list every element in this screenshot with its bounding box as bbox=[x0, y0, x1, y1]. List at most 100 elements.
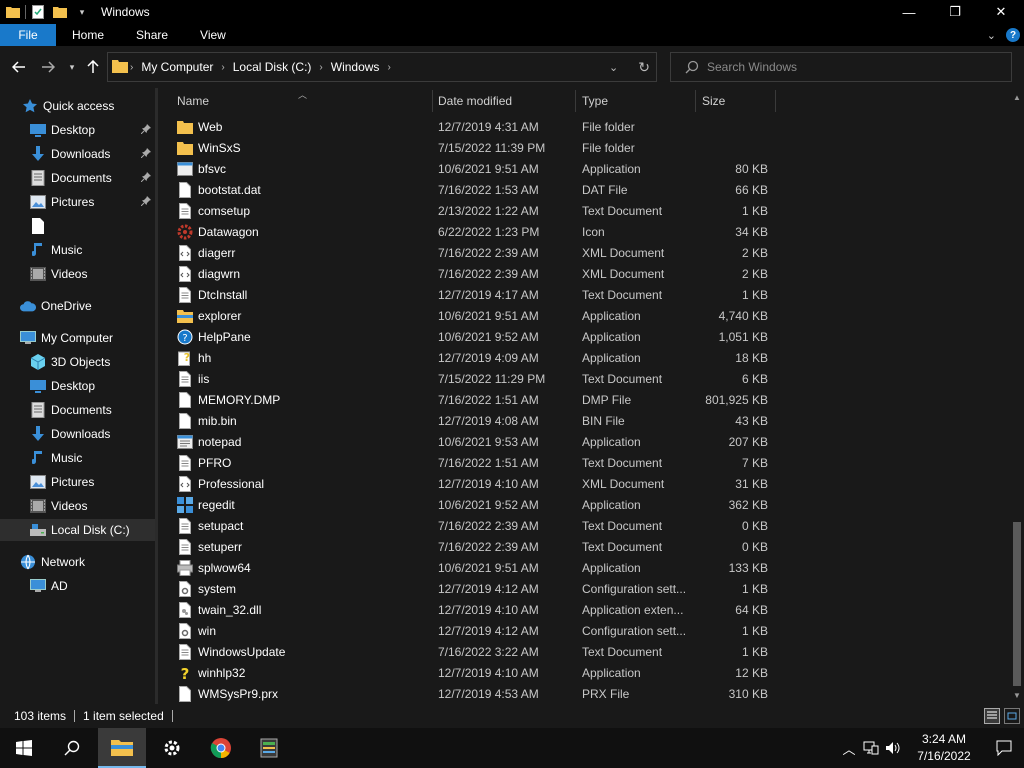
nav-blank-item[interactable] bbox=[0, 215, 155, 237]
nav-downloads-pinned[interactable]: Downloads bbox=[0, 143, 155, 165]
column-header-name[interactable]: Name bbox=[177, 88, 432, 114]
file-name-cell[interactable]: diagerr bbox=[177, 242, 427, 263]
pin-icon[interactable] bbox=[140, 171, 151, 185]
file-name-cell[interactable]: ? winhlp32 bbox=[177, 662, 427, 683]
close-button[interactable]: ✕ bbox=[978, 0, 1024, 24]
scrollbar-thumb[interactable] bbox=[1013, 522, 1021, 686]
file-row[interactable]: regedit 10/6/2021 9:52 AM Application 362 K… bbox=[158, 494, 1010, 515]
recent-locations-button[interactable]: ▾ bbox=[61, 56, 83, 78]
file-row[interactable]: Datawagon 6/22/2022 1:23 PM Icon 34 KB bbox=[158, 221, 1010, 242]
nav-desktop-pinned[interactable]: Desktop bbox=[0, 119, 155, 141]
file-row[interactable]: splwow64 10/6/2021 9:51 AM Application 133 … bbox=[158, 557, 1010, 578]
chevron-up-icon[interactable]: ︿ bbox=[838, 728, 860, 768]
file-name-cell[interactable]: PFRO bbox=[177, 452, 427, 473]
network-icon[interactable] bbox=[860, 728, 882, 768]
file-name-cell[interactable]: bootstat.dat bbox=[177, 179, 427, 200]
file-name-cell[interactable]: explorer bbox=[177, 305, 427, 326]
column-header-date[interactable]: Date modified bbox=[438, 88, 575, 114]
chevron-down-icon[interactable]: ▾ bbox=[75, 5, 89, 19]
file-row[interactable]: bfsvc 10/6/2021 9:51 AM Application 80 KB bbox=[158, 158, 1010, 179]
details-view-icon[interactable] bbox=[984, 708, 1000, 724]
refresh-icon[interactable]: ↻ bbox=[638, 59, 650, 76]
file-name-cell[interactable]: diagwrn bbox=[177, 263, 427, 284]
file-name-cell[interactable]: win bbox=[177, 620, 427, 641]
maximize-button[interactable]: ❐ bbox=[932, 0, 978, 24]
file-name-cell[interactable]: Professional bbox=[177, 473, 427, 494]
start-button[interactable] bbox=[0, 728, 48, 768]
file-name-cell[interactable]: iis bbox=[177, 368, 427, 389]
file-row[interactable]: MEMORY.DMP 7/16/2022 1:51 AM DMP File 801,9… bbox=[158, 389, 1010, 410]
file-name-cell[interactable]: mib.bin bbox=[177, 410, 427, 431]
large-icons-view-icon[interactable] bbox=[1004, 708, 1020, 724]
file-row[interactable]: Web 12/7/2019 4:31 AM File folder bbox=[158, 116, 1010, 137]
properties-icon[interactable] bbox=[31, 5, 45, 19]
chevron-right-icon[interactable]: › bbox=[219, 62, 226, 73]
nav-pictures[interactable]: Pictures bbox=[0, 471, 155, 493]
nav-documents[interactable]: Documents bbox=[0, 399, 155, 421]
forward-button[interactable] bbox=[37, 56, 59, 78]
file-row[interactable]: setuperr 7/16/2022 2:39 AM Text Document 0 … bbox=[158, 536, 1010, 557]
tab-view[interactable]: View bbox=[184, 24, 242, 46]
taskbar-search-button[interactable] bbox=[48, 728, 96, 768]
file-name-cell[interactable]: regedit bbox=[177, 494, 427, 515]
search-box[interactable] bbox=[670, 52, 1012, 82]
taskbar-settings[interactable] bbox=[148, 728, 196, 768]
file-row[interactable]: bootstat.dat 7/16/2022 1:53 AM DAT File 66 … bbox=[158, 179, 1010, 200]
nav-local-disk[interactable]: Local Disk (C:) bbox=[0, 519, 155, 541]
nav-downloads[interactable]: Downloads bbox=[0, 423, 155, 445]
taskbar-file-explorer[interactable] bbox=[98, 728, 146, 768]
file-name-cell[interactable]: ? hh bbox=[177, 347, 427, 368]
file-row[interactable]: PFRO 7/16/2022 1:51 AM Text Document 7 KB bbox=[158, 452, 1010, 473]
scroll-up-arrow-icon[interactable]: ▲ bbox=[1010, 90, 1024, 104]
nav-pictures-pinned[interactable]: Pictures bbox=[0, 191, 155, 213]
chevron-right-icon[interactable]: › bbox=[385, 62, 392, 73]
file-row[interactable]: diagwrn 7/16/2022 2:39 AM XML Document 2 KB bbox=[158, 263, 1010, 284]
nav-3d-objects[interactable]: 3D Objects bbox=[0, 351, 155, 373]
pin-icon[interactable] bbox=[140, 195, 151, 209]
nav-quick-access[interactable]: Quick access bbox=[0, 95, 155, 117]
file-row[interactable]: setupact 7/16/2022 2:39 AM Text Document 0 … bbox=[158, 515, 1010, 536]
file-row[interactable]: iis 7/15/2022 11:29 PM Text Document 6 KB bbox=[158, 368, 1010, 389]
file-row[interactable]: DtcInstall 12/7/2019 4:17 AM Text Document… bbox=[158, 284, 1010, 305]
taskbar-chrome[interactable] bbox=[197, 728, 245, 768]
file-row[interactable]: win 12/7/2019 4:12 AM Configuration sett..… bbox=[158, 620, 1010, 641]
vertical-scrollbar[interactable]: ▲ ▼ bbox=[1010, 88, 1024, 704]
file-name-cell[interactable]: notepad bbox=[177, 431, 427, 452]
file-row[interactable]: explorer 10/6/2021 9:51 AM Application 4,74… bbox=[158, 305, 1010, 326]
pin-icon[interactable] bbox=[140, 147, 151, 161]
file-name-cell[interactable]: WindowsUpdate bbox=[177, 641, 427, 662]
back-button[interactable] bbox=[8, 56, 30, 78]
minimize-button[interactable]: — bbox=[886, 0, 932, 24]
file-name-cell[interactable]: splwow64 bbox=[177, 557, 427, 578]
file-name-cell[interactable]: setuperr bbox=[177, 536, 427, 557]
file-row[interactable]: WMSysPr9.prx 12/7/2019 4:53 AM PRX File 310… bbox=[158, 683, 1010, 704]
file-row[interactable]: comsetup 2/13/2022 1:22 AM Text Document 1 … bbox=[158, 200, 1010, 221]
file-row[interactable]: ? HelpPane 10/6/2021 9:52 AM Application 1,0… bbox=[158, 326, 1010, 347]
chevron-right-icon[interactable]: › bbox=[128, 62, 135, 73]
tab-share[interactable]: Share bbox=[120, 24, 184, 46]
file-name-cell[interactable]: system bbox=[177, 578, 427, 599]
file-row[interactable]: ? hh 12/7/2019 4:09 AM Application 18 KB bbox=[158, 347, 1010, 368]
nav-videos[interactable]: Videos bbox=[0, 495, 155, 517]
file-name-cell[interactable]: comsetup bbox=[177, 200, 427, 221]
file-name-cell[interactable]: ? HelpPane bbox=[177, 326, 427, 347]
nav-desktop[interactable]: Desktop bbox=[0, 375, 155, 397]
file-row[interactable]: twain_32.dll 12/7/2019 4:10 AM Application… bbox=[158, 599, 1010, 620]
file-name-cell[interactable]: Datawagon bbox=[177, 221, 427, 242]
file-name-cell[interactable]: WMSysPr9.prx bbox=[177, 683, 427, 704]
search-input[interactable] bbox=[707, 60, 1007, 74]
new-folder-icon[interactable] bbox=[53, 5, 67, 19]
file-row[interactable]: Professional 12/7/2019 4:10 AM XML Documen… bbox=[158, 473, 1010, 494]
file-name-cell[interactable]: WinSxS bbox=[177, 137, 427, 158]
column-header-size[interactable]: Size bbox=[702, 88, 775, 114]
file-row[interactable]: notepad 10/6/2021 9:53 AM Application 207 K… bbox=[158, 431, 1010, 452]
breadcrumb-my-computer[interactable]: My Computer bbox=[135, 60, 219, 74]
file-name-cell[interactable]: setupact bbox=[177, 515, 427, 536]
volume-icon[interactable] bbox=[882, 728, 904, 768]
nav-ad[interactable]: AD bbox=[0, 575, 155, 597]
address-bar[interactable]: › My Computer › Local Disk (C:) › Window… bbox=[107, 52, 657, 82]
notification-button[interactable] bbox=[984, 728, 1024, 768]
nav-videos-quick[interactable]: Videos bbox=[0, 263, 155, 285]
breadcrumb-windows[interactable]: Windows bbox=[325, 60, 386, 74]
file-row[interactable]: system 12/7/2019 4:12 AM Configuration set… bbox=[158, 578, 1010, 599]
